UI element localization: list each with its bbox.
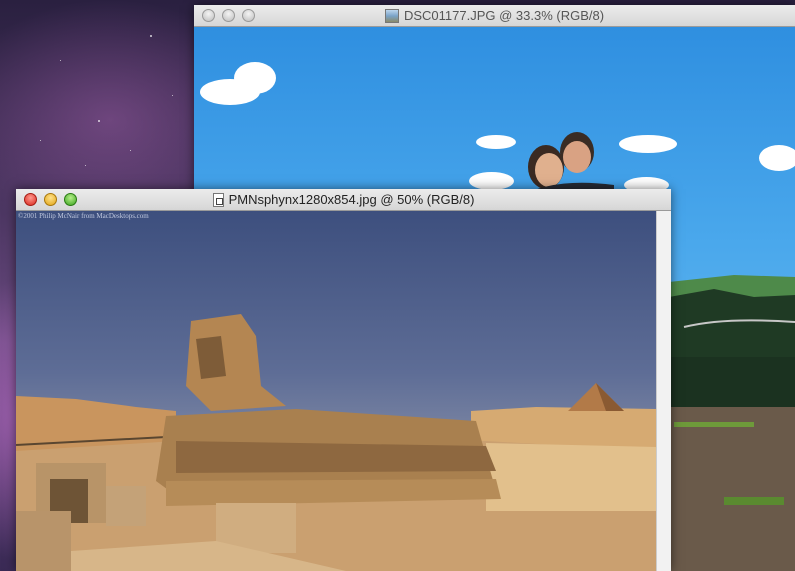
star (60, 60, 61, 61)
window-titlebar[interactable]: PMNsphynx1280x854.jpg @ 50% (RGB/8) (16, 189, 671, 211)
image-canvas[interactable]: ©2001 Philip McNair from MacDesktops.com (16, 211, 656, 571)
star (130, 150, 131, 151)
star (172, 95, 173, 96)
star (85, 165, 86, 166)
star (40, 140, 41, 141)
image-document-icon (384, 8, 399, 23)
document-page-icon (212, 192, 224, 207)
photo-window-sphinx[interactable]: PMNsphynx1280x854.jpg @ 50% (RGB/8) ©200… (16, 189, 671, 571)
vertical-scrollbar[interactable] (656, 211, 671, 571)
zoom-button[interactable] (242, 9, 255, 22)
sphinx-scene (16, 314, 656, 571)
zoom-button[interactable] (64, 193, 77, 206)
photo-credit-watermark: ©2001 Philip McNair from MacDesktops.com (18, 212, 149, 220)
star (98, 120, 100, 122)
minimize-button[interactable] (222, 9, 235, 22)
minimize-button[interactable] (44, 193, 57, 206)
window-controls (24, 193, 77, 206)
window-title: DSC01177.JPG @ 33.3% (RGB/8) (403, 8, 605, 23)
window-titlebar[interactable]: DSC01177.JPG @ 33.3% (RGB/8) (194, 5, 795, 27)
window-controls (202, 9, 255, 22)
star (150, 35, 152, 37)
close-button[interactable] (24, 193, 37, 206)
close-button[interactable] (202, 9, 215, 22)
window-title: PMNsphynx1280x854.jpg @ 50% (RGB/8) (228, 192, 475, 207)
